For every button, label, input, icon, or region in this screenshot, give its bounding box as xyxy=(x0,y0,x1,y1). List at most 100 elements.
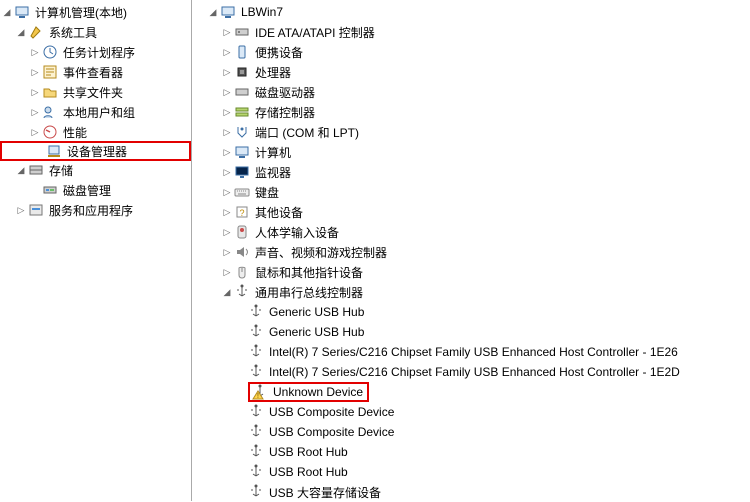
device-item-usb[interactable]: ▷Intel(R) 7 Series/C216 Chipset Family U… xyxy=(192,362,750,382)
computer-management-icon xyxy=(14,4,30,20)
device-item-usb[interactable]: ▷!Unknown Device xyxy=(192,382,750,402)
chevron-right-icon[interactable]: ▷ xyxy=(220,85,234,99)
shared-folders-icon xyxy=(42,84,58,100)
chevron-down-icon[interactable]: ◢ xyxy=(14,25,28,39)
chevron-right-icon[interactable]: ▷ xyxy=(220,105,234,119)
device-category-keyboards[interactable]: ▷ 键盘 xyxy=(192,182,750,202)
device-item-usb[interactable]: ▷USB Composite Device xyxy=(192,402,750,422)
device-category-mice[interactable]: ▷ 鼠标和其他指针设备 xyxy=(192,262,750,282)
hid-icon xyxy=(234,224,250,240)
chevron-right-icon[interactable]: ▷ xyxy=(220,125,234,139)
storage-icon xyxy=(28,162,44,178)
device-category-portable[interactable]: ▷ 便携设备 xyxy=(192,42,750,62)
chevron-right-icon[interactable]: ▷ xyxy=(220,245,234,259)
usb-device-icon xyxy=(248,464,264,480)
tree-label: LBWin7 xyxy=(239,4,285,20)
other-devices-icon: ? xyxy=(234,204,250,220)
device-item-usb[interactable]: ▷Generic USB Hub xyxy=(192,322,750,342)
device-category-computer[interactable]: ▷ 计算机 xyxy=(192,142,750,162)
device-category-ports[interactable]: ▷ 端口 (COM 和 LPT) xyxy=(192,122,750,142)
chevron-right-icon[interactable]: ▷ xyxy=(220,225,234,239)
chevron-right-icon[interactable]: ▷ xyxy=(220,265,234,279)
tree-item-shared-folders[interactable]: ▷ 共享文件夹 xyxy=(0,82,191,102)
disk-management-icon xyxy=(42,182,58,198)
tree-item-performance[interactable]: ▷ 性能 xyxy=(0,122,191,142)
keyboard-icon xyxy=(234,184,250,200)
usb-device-icon xyxy=(248,444,264,460)
svg-text:?: ? xyxy=(239,208,244,218)
tree-label: 声音、视频和游戏控制器 xyxy=(253,243,389,262)
device-category-sound[interactable]: ▷ 声音、视频和游戏控制器 xyxy=(192,242,750,262)
tree-item-services-apps[interactable]: ▷ 服务和应用程序 xyxy=(0,200,191,220)
tree-label: USB Root Hub xyxy=(267,444,350,460)
tree-label: 本地用户和组 xyxy=(61,103,137,122)
chevron-right-icon[interactable]: ▷ xyxy=(220,145,234,159)
usb-device-icon xyxy=(248,484,264,500)
chevron-right-icon[interactable]: ▷ xyxy=(28,105,42,119)
device-category-usb-controllers[interactable]: ◢ 通用串行总线控制器 xyxy=(192,282,750,302)
usb-device-icon xyxy=(248,364,264,380)
tree-item-device-manager[interactable]: ▷ 设备管理器 xyxy=(0,141,191,161)
services-apps-icon xyxy=(28,202,44,218)
chevron-right-icon[interactable]: ▷ xyxy=(28,45,42,59)
tree-label: 便携设备 xyxy=(253,43,305,62)
tree-label: 计算机管理(本地) xyxy=(33,3,129,22)
tree-item-system-tools[interactable]: ◢ 系统工具 xyxy=(0,22,191,42)
task-scheduler-icon xyxy=(42,44,58,60)
tree-label: 设备管理器 xyxy=(65,142,129,161)
device-category-storage-controllers[interactable]: ▷ 存储控制器 xyxy=(192,102,750,122)
tree-label: 鼠标和其他指针设备 xyxy=(253,263,365,282)
chevron-down-icon[interactable]: ◢ xyxy=(14,163,28,177)
left-tree-pane: ◢ 计算机管理(本地) ◢ 系统工具 ▷ 任务计划程序 ▷ 事件查看器 ▷ xyxy=(0,0,192,501)
tree-item-storage[interactable]: ◢ 存储 xyxy=(0,160,191,180)
tree-label: USB Composite Device xyxy=(267,424,396,440)
tree-label: Generic USB Hub xyxy=(267,324,366,340)
tree-label: Intel(R) 7 Series/C216 Chipset Family US… xyxy=(267,364,682,380)
device-item-usb[interactable]: ▷USB Root Hub xyxy=(192,462,750,482)
chevron-down-icon[interactable]: ◢ xyxy=(0,5,14,19)
chevron-right-icon[interactable]: ▷ xyxy=(220,185,234,199)
device-item-usb[interactable]: ▷USB Composite Device xyxy=(192,422,750,442)
device-category-monitors[interactable]: ▷ 监视器 xyxy=(192,162,750,182)
tree-label: Unknown Device xyxy=(271,384,365,400)
device-category-ide-ata[interactable]: ▷ IDE ATA/ATAPI 控制器 xyxy=(192,22,750,42)
chevron-right-icon[interactable]: ▷ xyxy=(220,65,234,79)
disk-drive-icon xyxy=(234,84,250,100)
sound-icon xyxy=(234,244,250,260)
tree-item-disk-management[interactable]: ▷ 磁盘管理 xyxy=(0,180,191,200)
usb-children-container: ▷Generic USB Hub▷Generic USB Hub▷Intel(R… xyxy=(192,302,750,502)
device-category-processors[interactable]: ▷ 处理器 xyxy=(192,62,750,82)
chevron-right-icon[interactable]: ▷ xyxy=(220,205,234,219)
chevron-right-icon[interactable]: ▷ xyxy=(220,165,234,179)
highlighted-unknown-device[interactable]: !Unknown Device xyxy=(248,382,369,402)
chevron-right-icon[interactable]: ▷ xyxy=(14,203,28,217)
tree-label: 共享文件夹 xyxy=(61,83,125,102)
device-item-usb[interactable]: ▷Intel(R) 7 Series/C216 Chipset Family U… xyxy=(192,342,750,362)
chevron-down-icon[interactable]: ◢ xyxy=(206,5,220,19)
cpu-icon xyxy=(234,64,250,80)
chevron-right-icon[interactable]: ▷ xyxy=(220,25,234,39)
chevron-right-icon[interactable]: ▷ xyxy=(28,85,42,99)
tree-item-computer-management[interactable]: ◢ 计算机管理(本地) xyxy=(0,2,191,22)
usb-device-icon xyxy=(248,404,264,420)
device-category-disk-drives[interactable]: ▷ 磁盘驱动器 xyxy=(192,82,750,102)
tree-item-event-viewer[interactable]: ▷ 事件查看器 xyxy=(0,62,191,82)
tree-label: 服务和应用程序 xyxy=(47,201,135,220)
device-item-usb[interactable]: ▷USB Root Hub xyxy=(192,442,750,462)
usb-device-icon xyxy=(248,304,264,320)
device-item-usb[interactable]: ▷USB 大容量存储设备 xyxy=(192,482,750,502)
mouse-icon xyxy=(234,264,250,280)
device-tree-root[interactable]: ◢ LBWin7 xyxy=(192,2,750,22)
tree-item-local-users[interactable]: ▷ 本地用户和组 xyxy=(0,102,191,122)
device-item-usb[interactable]: ▷Generic USB Hub xyxy=(192,302,750,322)
chevron-right-icon[interactable]: ▷ xyxy=(220,45,234,59)
monitor-icon xyxy=(234,164,250,180)
chevron-right-icon[interactable]: ▷ xyxy=(28,125,42,139)
chevron-right-icon[interactable]: ▷ xyxy=(28,65,42,79)
users-icon xyxy=(42,104,58,120)
chevron-down-icon[interactable]: ◢ xyxy=(220,285,234,299)
usb-device-icon xyxy=(248,424,264,440)
tree-item-task-scheduler[interactable]: ▷ 任务计划程序 xyxy=(0,42,191,62)
device-category-other-devices[interactable]: ▷ ? 其他设备 xyxy=(192,202,750,222)
device-category-hid[interactable]: ▷ 人体学输入设备 xyxy=(192,222,750,242)
